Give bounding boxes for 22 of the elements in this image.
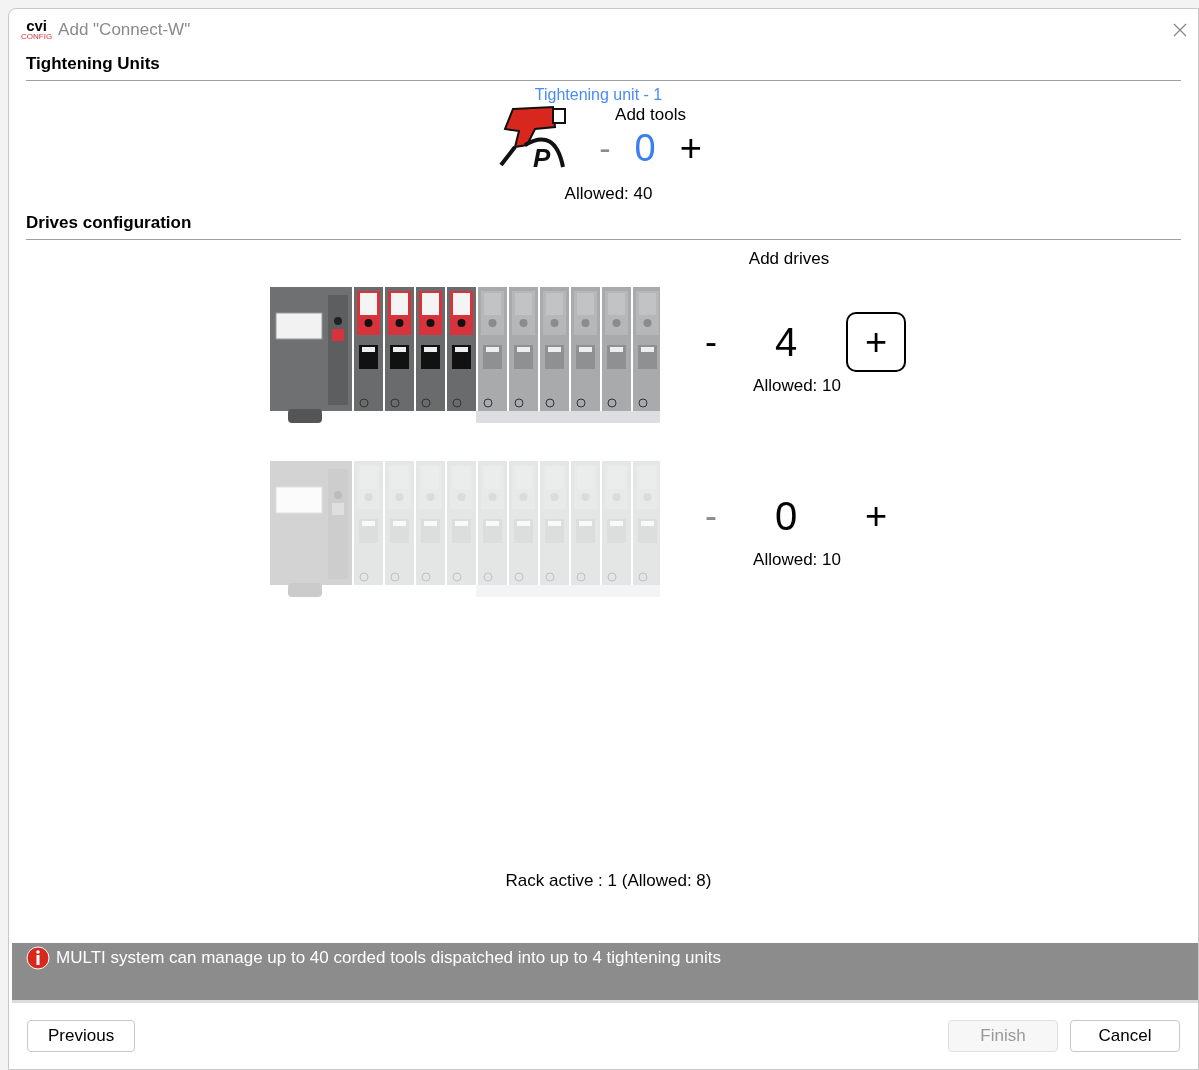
tool-count: 0	[634, 128, 656, 167]
rack-status-text: Rack active : 1 (Allowed: 8)	[505, 869, 712, 892]
close-icon[interactable]	[1172, 22, 1188, 38]
section-heading: Tightening Units	[26, 51, 1181, 81]
increase-button[interactable]: +	[846, 312, 906, 373]
section-heading: Drives configuration	[26, 210, 1181, 240]
add-tools-label: Add tools	[615, 104, 686, 125]
allowed-label: Allowed: 40	[564, 182, 653, 205]
add-drives-label: Add drives	[747, 247, 831, 270]
info-icon	[26, 946, 50, 970]
drive-count: 4	[773, 322, 799, 363]
info-message: MULTI system can manage up to 40 corded tools dispatched into up to 4 tightening units	[56, 947, 721, 969]
drive-count: 0	[773, 496, 799, 537]
increase-button[interactable]: +	[679, 128, 702, 167]
app-logo: cvi CONFIG	[21, 19, 53, 41]
window-title: Add "Connect-W"	[58, 19, 191, 42]
dialog-button[interactable]: Cancel	[1070, 1020, 1180, 1052]
previous-button[interactable]: Previous	[27, 1020, 136, 1052]
increase-button[interactable]: +	[846, 486, 906, 547]
allowed-label: Allowed: 10	[753, 549, 841, 572]
allowed-label: Allowed: 10	[753, 375, 841, 398]
decrease-button[interactable]: -	[696, 324, 726, 361]
